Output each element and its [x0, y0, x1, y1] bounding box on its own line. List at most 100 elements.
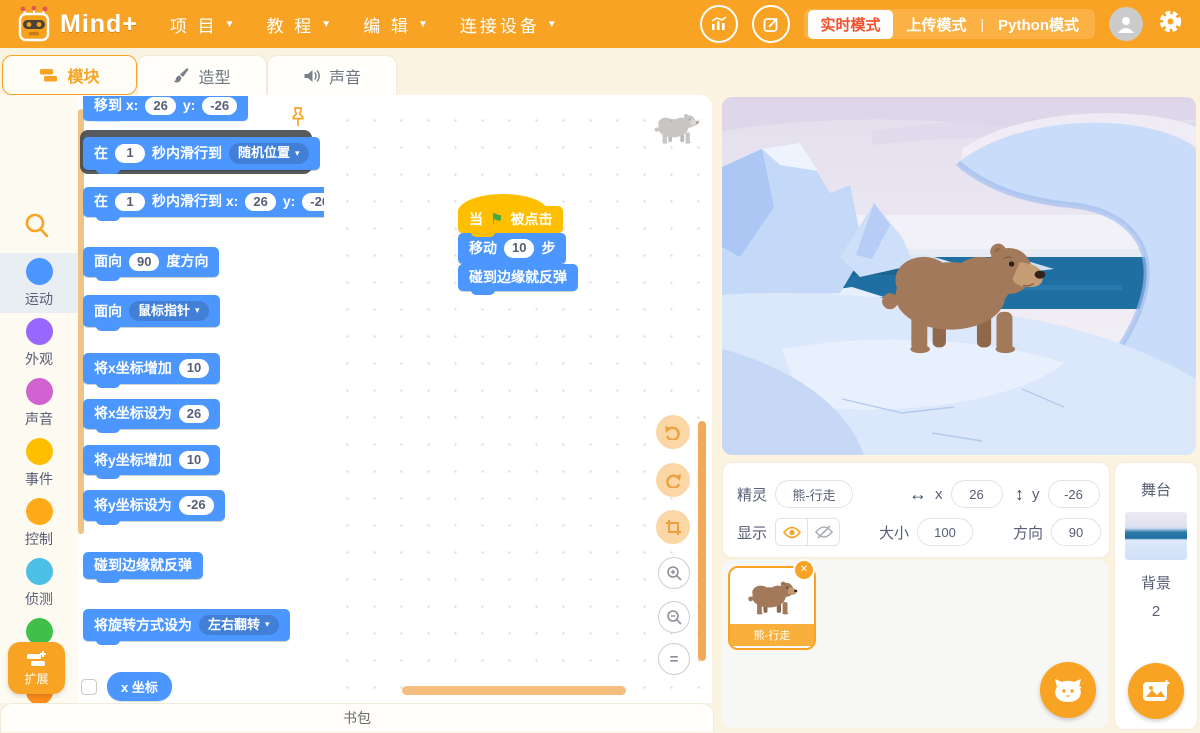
stage-canvas[interactable] — [722, 97, 1196, 455]
stack-block[interactable]: 在1秒内滑行到随机位置▾ — [83, 137, 320, 169]
backpack-bar[interactable]: 书包 — [0, 703, 714, 732]
menu-project[interactable]: 项 目▼ — [158, 6, 247, 43]
stack-block[interactable]: 将旋转方式设为左右翻转▾ — [83, 609, 290, 641]
user-avatar[interactable] — [1109, 7, 1143, 41]
stack-block[interactable]: 面向90度方向 — [83, 247, 219, 277]
category-item-事件[interactable]: 事件 — [0, 433, 78, 493]
category-item-侦测[interactable]: 侦测 — [0, 553, 78, 613]
category-item-外观[interactable]: 外观 — [0, 313, 78, 373]
settings-gear-icon[interactable] — [1157, 8, 1184, 40]
chevron-down-icon: ▾ — [265, 620, 270, 630]
add-backdrop-button[interactable] — [1128, 663, 1184, 719]
stack-block[interactable]: 将x坐标增加10 — [83, 353, 220, 383]
x-label: x — [935, 486, 943, 503]
redo-button[interactable] — [656, 463, 690, 497]
block-value-input[interactable]: 26 — [179, 405, 209, 423]
palette-block-row: 在1秒内滑行到 x:26y:-26 — [83, 187, 325, 217]
hide-sprite-button[interactable] — [807, 519, 839, 545]
category-color-dot — [26, 438, 53, 465]
reporter-checkbox[interactable] — [81, 679, 97, 695]
stack-block[interactable]: 将y坐标增加10 — [83, 445, 220, 475]
mindplus-logo[interactable]: Mind+ — [14, 6, 138, 42]
block-value-input[interactable]: 10 — [504, 239, 534, 257]
category-item-运动[interactable]: 运动 — [0, 253, 78, 313]
menu-tutorial[interactable]: 教 程▼ — [255, 6, 344, 43]
block-value-input[interactable]: -26 — [302, 193, 325, 211]
script-horizontal-scrollbar[interactable] — [402, 686, 626, 695]
stack-block[interactable]: 将x坐标设为26 — [83, 399, 220, 429]
block-dropdown[interactable]: 鼠标指针▾ — [129, 301, 209, 321]
sprite-y-input[interactable] — [1048, 480, 1100, 508]
hat-block[interactable]: 当⚑被点击 — [458, 206, 563, 233]
tab-blocks[interactable]: 模块 — [2, 55, 137, 95]
category-label: 外观 — [25, 349, 53, 369]
menu-edit[interactable]: 编 辑▼ — [351, 6, 440, 43]
undo-button[interactable] — [656, 415, 690, 449]
category-color-dot — [26, 258, 53, 285]
mode-switcher: 实时模式 上传模式 | Python模式 — [804, 9, 1095, 39]
script-canvas[interactable]: 当⚑被点击移动10步碰到边缘就反弹 = — [324, 95, 712, 703]
block-text: y: — [183, 98, 195, 113]
block-value-input[interactable]: -26 — [179, 496, 214, 514]
block-value-input[interactable]: 10 — [179, 451, 209, 469]
stack-block[interactable]: 将y坐标设为-26 — [83, 490, 225, 520]
stack-block[interactable]: 移动10步 — [458, 233, 566, 263]
app-header: Mind+ 项 目▼ 教 程▼ 编 辑▼ 连接设备▼ 实时模式 上传模式 | P… — [0, 0, 1200, 48]
y-label: y — [1032, 486, 1040, 503]
backdrop-count: 2 — [1115, 603, 1197, 620]
sprite-direction-input[interactable] — [1051, 518, 1101, 546]
brush-icon — [173, 67, 190, 84]
sprite-name-input[interactable] — [775, 480, 853, 508]
block-value-input[interactable]: 10 — [179, 359, 209, 377]
show-sprite-button[interactable] — [776, 519, 807, 545]
sprite-info-panel: 精灵 ↔ x ↕ y 显示 大小 方向 — [722, 462, 1110, 558]
menu-connect-device[interactable]: 连接设备▼ — [448, 6, 569, 43]
stage-panel[interactable]: 舞台 背景 2 — [1114, 462, 1198, 730]
tab-costumes[interactable]: 造型 — [137, 55, 267, 95]
mode-divider: | — [981, 16, 985, 32]
add-sprite-button[interactable] — [1040, 662, 1096, 718]
category-item-声音[interactable]: 声音 — [0, 373, 78, 433]
zoom-in-button[interactable] — [658, 557, 690, 589]
sprite-size-input[interactable] — [917, 518, 973, 546]
block-dropdown[interactable]: 左右翻转▾ — [199, 615, 279, 635]
script-vertical-scrollbar[interactable] — [698, 421, 706, 661]
block-value-input[interactable]: -26 — [202, 97, 237, 115]
chevron-down-icon: ▼ — [225, 19, 235, 30]
block-value-input[interactable]: 26 — [245, 193, 275, 211]
stack-block[interactable]: 面向鼠标指针▾ — [83, 295, 220, 327]
delete-sprite-badge[interactable]: ✕ — [793, 559, 815, 581]
backdrop-label: 背景 — [1115, 572, 1197, 593]
block-value-input[interactable]: 1 — [115, 193, 145, 211]
sprite-x-input[interactable] — [951, 480, 1003, 508]
block-dropdown[interactable]: 随机位置▾ — [229, 143, 309, 163]
community-icon[interactable] — [700, 5, 738, 43]
palette-block-row: 移到 x:26y:-26 — [83, 95, 325, 121]
category-color-dot — [26, 498, 53, 525]
search-icon[interactable] — [22, 211, 52, 246]
stack-block[interactable]: 碰到边缘就反弹 — [83, 552, 203, 579]
tab-sounds[interactable]: 声音 — [267, 55, 397, 95]
stack-block[interactable]: 移到 x:26y:-26 — [83, 95, 248, 121]
block-value-input[interactable]: 90 — [129, 253, 159, 271]
backdrop-thumbnail[interactable] — [1125, 512, 1187, 560]
block-text: 步 — [541, 241, 555, 256]
mode-realtime-button[interactable]: 实时模式 — [808, 10, 892, 39]
new-post-icon[interactable] — [752, 5, 790, 43]
x-position-reporter[interactable]: x 坐标 — [107, 672, 172, 701]
block-palette: 移到 x:26y:-26在1秒内滑行到随机位置▾在1秒内滑行到 x:26y:-2… — [78, 95, 325, 703]
category-item-控制[interactable]: 控制 — [0, 493, 78, 553]
block-value-input[interactable]: 26 — [145, 97, 175, 115]
palette-block-row: 将x坐标增加10 — [83, 353, 325, 383]
mode-upload-button[interactable]: 上传模式 — [895, 10, 979, 39]
stack-block[interactable]: 在1秒内滑行到 x:26y:-26 — [83, 187, 325, 217]
mode-python-button[interactable]: Python模式 — [986, 10, 1091, 39]
block-value-input[interactable]: 1 — [115, 144, 145, 162]
screenshot-crop-button[interactable] — [656, 510, 690, 544]
zoom-reset-button[interactable]: = — [658, 643, 690, 675]
block-text: 碰到边缘就反弹 — [469, 270, 567, 285]
add-extension-button[interactable]: 扩展 — [8, 642, 65, 694]
zoom-out-button[interactable] — [658, 601, 690, 633]
block-text: 当 — [469, 212, 483, 227]
stack-block[interactable]: 碰到边缘就反弹 — [458, 264, 578, 291]
